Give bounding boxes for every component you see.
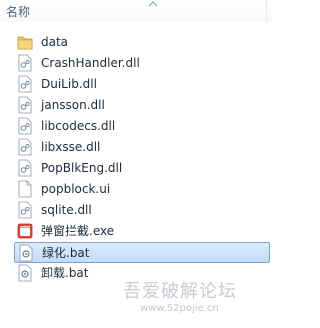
bat-file-icon bbox=[18, 264, 32, 282]
file-name: 弹窗拦截.exe bbox=[41, 224, 115, 238]
file-name: jansson.dll bbox=[41, 98, 105, 112]
dll-file-icon bbox=[18, 117, 32, 135]
list-item-libcodecs-dll[interactable]: libcodecs.dll bbox=[14, 116, 270, 137]
list-item-libxsse-dll[interactable]: libxsse.dll bbox=[14, 137, 270, 158]
list-item-duilib-dll[interactable]: DuiLib.dll bbox=[14, 74, 270, 95]
name-column-header[interactable]: 名称 bbox=[6, 3, 30, 20]
list-item-popblkeng-dll[interactable]: PopBlkEng.dll bbox=[14, 158, 270, 179]
file-name: PopBlkEng.dll bbox=[41, 161, 123, 175]
dll-file-icon bbox=[18, 96, 32, 114]
file-name: data bbox=[41, 35, 69, 49]
dll-file-icon bbox=[18, 54, 32, 72]
blank-file-icon bbox=[18, 180, 32, 198]
column-header: 名称 bbox=[0, 0, 272, 22]
watermark-text: 吾爱破解论坛 bbox=[123, 281, 237, 302]
exe-app-icon bbox=[17, 223, 33, 239]
dll-file-icon bbox=[18, 75, 32, 93]
file-name: CrashHandler.dll bbox=[41, 56, 140, 70]
file-name: DuiLib.dll bbox=[41, 77, 97, 91]
list-item-popup-blocker-exe[interactable]: 弹窗拦截.exe bbox=[14, 221, 270, 242]
column-divider[interactable] bbox=[266, 0, 267, 22]
list-item-data-folder[interactable]: data bbox=[14, 32, 270, 53]
bat-file-icon bbox=[19, 244, 33, 262]
watermark-url: www.52pojie.cn bbox=[140, 303, 219, 314]
list-item-crashhandler-dll[interactable]: CrashHandler.dll bbox=[14, 53, 270, 74]
file-name: sqlite.dll bbox=[41, 203, 92, 217]
file-name: libxsse.dll bbox=[41, 140, 101, 154]
dll-file-icon bbox=[18, 138, 32, 156]
list-item-greenify-bat[interactable]: 绿化.bat bbox=[14, 242, 270, 263]
file-name: 卸载.bat bbox=[41, 266, 89, 280]
list-item-jansson-dll[interactable]: jansson.dll bbox=[14, 95, 270, 116]
list-item-popblock-ui[interactable]: popblock.ui bbox=[14, 179, 270, 200]
file-name: 绿化.bat bbox=[42, 246, 90, 260]
file-name: libcodecs.dll bbox=[41, 119, 116, 133]
list-item-sqlite-dll[interactable]: sqlite.dll bbox=[14, 200, 270, 221]
dll-file-icon bbox=[18, 159, 32, 177]
folder-icon bbox=[17, 36, 33, 50]
file-name: popblock.ui bbox=[41, 182, 111, 196]
sort-up-icon bbox=[148, 1, 158, 7]
dll-file-icon bbox=[18, 201, 32, 219]
